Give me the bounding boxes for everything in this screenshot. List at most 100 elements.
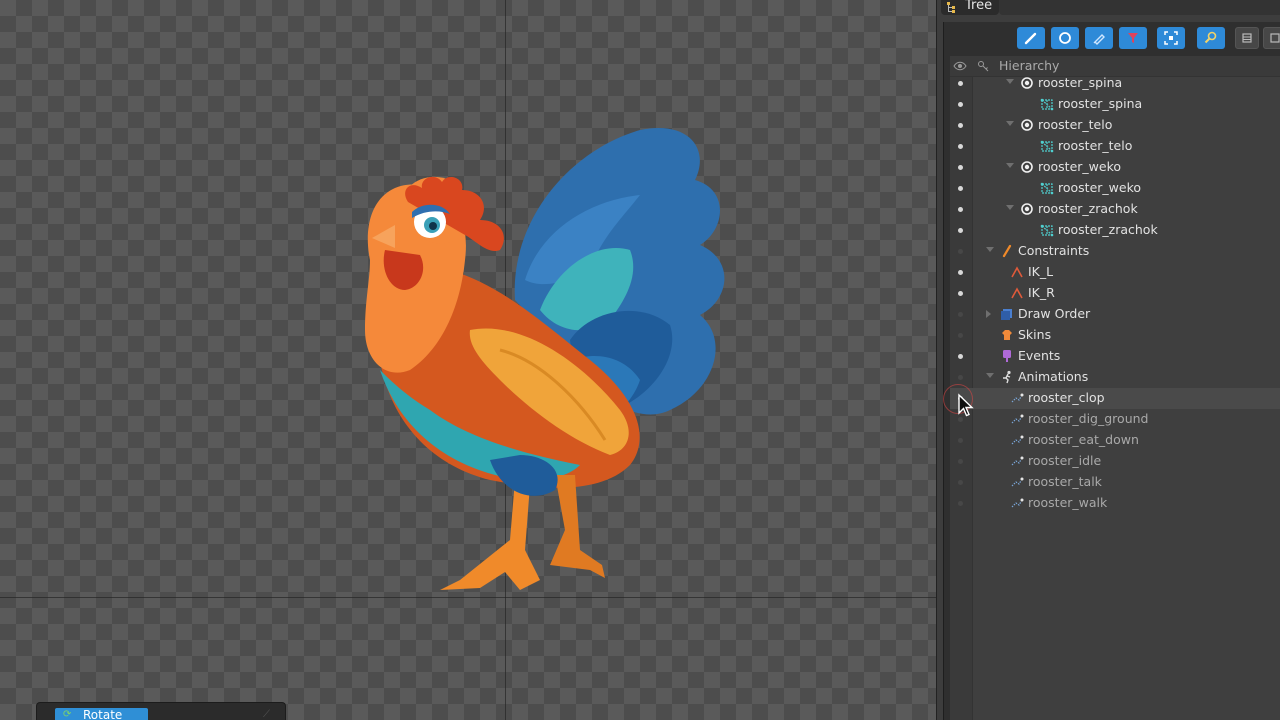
mesh-icon <box>1040 140 1054 153</box>
tree-row[interactable]: Events <box>950 346 1280 367</box>
expand-arrow-down-icon[interactable] <box>1006 205 1014 210</box>
tree-row-label: Skins <box>1018 327 1052 342</box>
circle-icon <box>1059 32 1071 44</box>
search-button[interactable] <box>1197 27 1225 49</box>
rooster-character-image[interactable] <box>340 110 740 630</box>
rotate-tool-button[interactable]: ⟳ Rotate <box>55 708 148 720</box>
constraint-icon <box>1002 244 1012 258</box>
visibility-dot[interactable] <box>958 270 963 275</box>
tree-row-label: IK_L <box>1028 264 1054 279</box>
tree-toolbar <box>944 22 1280 56</box>
animation-row[interactable]: rooster_clop <box>950 388 1280 409</box>
hierarchy-tree: Hierarchy rooster_spina rooster_spina roos… <box>950 56 1280 720</box>
tree-row[interactable]: rooster_telo <box>950 115 1280 136</box>
attachments-filter-button[interactable] <box>1085 27 1113 49</box>
tree-row-label: rooster_weko <box>1058 180 1142 195</box>
visibility-dot[interactable] <box>958 375 963 380</box>
animation-row[interactable]: rooster_idle <box>950 451 1280 472</box>
visibility-dot[interactable] <box>958 501 963 506</box>
editor-viewport[interactable]: ⟳ Rotate ⟋ <box>0 0 936 720</box>
tree-row[interactable]: IK_L <box>950 262 1280 283</box>
tree-row-label: rooster_zrachok <box>1038 201 1138 216</box>
tree-row-label: Constraints <box>1018 243 1090 258</box>
visibility-dot[interactable] <box>958 228 963 233</box>
tree-row[interactable]: rooster_spina <box>950 94 1280 115</box>
pencil-icon <box>1093 34 1105 45</box>
tree-panel: Tree Hierarchy rooster_spina rooster_spi… <box>936 0 1280 720</box>
visibility-dot[interactable] <box>958 333 963 338</box>
expand-button[interactable] <box>1263 27 1280 49</box>
slot-icon <box>1021 77 1033 89</box>
tree-row[interactable]: rooster_weko <box>950 157 1280 178</box>
stack-icon <box>1270 33 1280 43</box>
collapse-button[interactable] <box>1235 27 1259 49</box>
tree-row[interactable]: rooster_zrachok <box>950 199 1280 220</box>
visibility-dot[interactable] <box>958 123 963 128</box>
expand-arrow-down-icon[interactable] <box>1006 79 1014 84</box>
constraints-filter-button[interactable] <box>1119 27 1147 49</box>
tree-row[interactable]: Skins <box>950 325 1280 346</box>
visibility-dot[interactable] <box>958 291 963 296</box>
tree-tab[interactable]: Tree <box>941 0 999 15</box>
tree-row[interactable]: Draw Order <box>950 304 1280 325</box>
visibility-dot[interactable] <box>958 312 963 317</box>
fit-button[interactable] <box>1157 27 1185 49</box>
visibility-dot[interactable] <box>958 354 963 359</box>
tree-row[interactable]: Constraints <box>950 241 1280 262</box>
animation-row[interactable]: rooster_eat_down <box>950 430 1280 451</box>
tree-row[interactable]: Animations <box>950 367 1280 388</box>
bones-filter-button[interactable] <box>1017 27 1045 49</box>
tree-row-label: rooster_dig_ground <box>1028 411 1149 426</box>
expand-arrow-down-icon[interactable] <box>986 247 994 252</box>
visibility-dot[interactable] <box>958 438 963 443</box>
expand-arrow-down-icon[interactable] <box>986 373 994 378</box>
bone-icon <box>1024 32 1037 45</box>
slots-filter-button[interactable] <box>1051 27 1079 49</box>
animations-icon <box>1003 370 1011 384</box>
tree-row[interactable]: rooster_spina <box>950 73 1280 94</box>
skins-icon <box>1002 330 1012 340</box>
visibility-dot[interactable] <box>958 165 963 170</box>
mesh-icon <box>1040 182 1054 195</box>
tree-row[interactable]: rooster_zrachok <box>950 220 1280 241</box>
slot-icon <box>1021 203 1033 215</box>
expand-arrow-down-icon[interactable] <box>1006 121 1014 126</box>
tree-row-label: rooster_eat_down <box>1028 432 1139 447</box>
stack-icon <box>1242 33 1252 43</box>
visibility-dot[interactable] <box>958 186 963 191</box>
mouse-cursor-icon <box>958 393 974 417</box>
slot-icon <box>1021 119 1033 131</box>
tree-row[interactable]: rooster_telo <box>950 136 1280 157</box>
tree-row-label: rooster_spina <box>1058 96 1143 111</box>
tree-row-label: rooster_talk <box>1028 474 1102 489</box>
frame-icon <box>1164 31 1178 45</box>
expand-arrow-right-icon[interactable] <box>986 310 991 318</box>
visibility-dot[interactable] <box>958 249 963 254</box>
visibility-dot[interactable] <box>958 81 963 86</box>
key-icon[interactable] <box>977 60 989 72</box>
visibility-dot[interactable] <box>958 102 963 107</box>
draw-order-icon <box>1001 309 1012 320</box>
visibility-dot[interactable] <box>958 459 963 464</box>
animation-row[interactable]: rooster_walk <box>950 493 1280 514</box>
tree-row[interactable]: rooster_weko <box>950 178 1280 199</box>
tab-strip <box>999 0 1280 15</box>
animation-icon <box>1011 393 1024 403</box>
animation-row[interactable]: rooster_talk <box>950 472 1280 493</box>
visibility-dot[interactable] <box>958 480 963 485</box>
tree-row-label: Draw Order <box>1018 306 1091 321</box>
tree-row[interactable]: IK_R <box>950 283 1280 304</box>
expand-arrow-down-icon[interactable] <box>1006 163 1014 168</box>
visibility-dot[interactable] <box>958 207 963 212</box>
tree-row-label: rooster_idle <box>1028 453 1102 468</box>
animation-row[interactable]: rooster_dig_ground <box>950 409 1280 430</box>
visibility-dot[interactable] <box>958 144 963 149</box>
tree-row-label: rooster_weko <box>1038 159 1122 174</box>
magnifier-icon <box>1204 31 1217 44</box>
tree-row-label: rooster_telo <box>1058 138 1133 153</box>
resize-grip-icon[interactable]: ⟋ <box>263 709 275 720</box>
mesh-icon <box>1040 224 1054 237</box>
eye-icon[interactable] <box>953 60 967 72</box>
animation-icon <box>1011 456 1024 466</box>
rotate-tool-label: Rotate <box>83 708 123 720</box>
